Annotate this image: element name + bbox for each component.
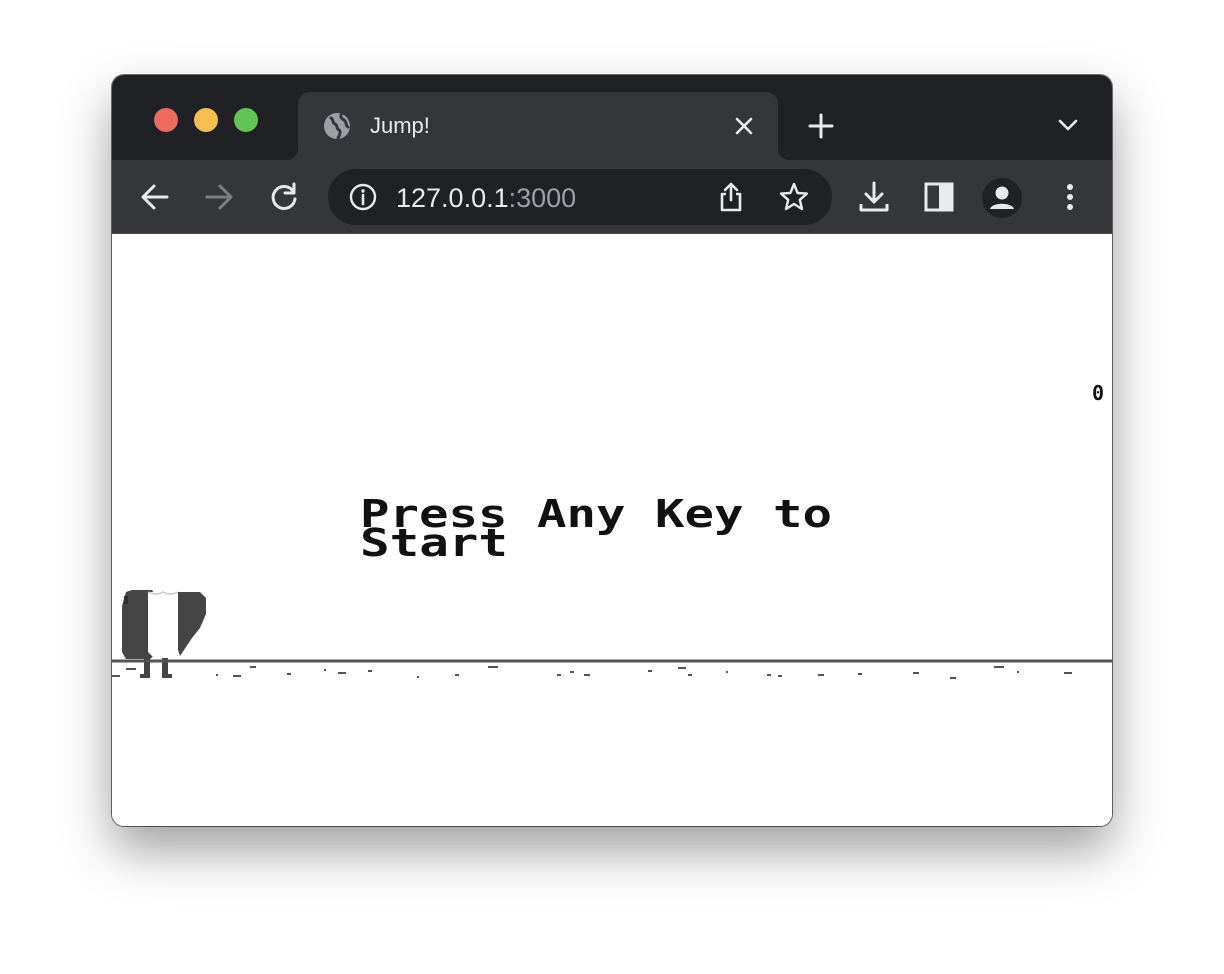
arrow-right-icon[interactable] [202, 180, 236, 214]
score-counter: 0 [1092, 381, 1104, 405]
url-host: 127.0.0.1 [396, 183, 509, 213]
minimize-window-button[interactable] [194, 108, 218, 132]
tab-title: Jump! [370, 113, 430, 138]
url-text[interactable]: 127.0.0.1:3000 [396, 183, 576, 213]
ground-texture [112, 666, 1072, 679]
zoom-window-button[interactable] [234, 108, 258, 132]
chevron-down-icon[interactable] [1056, 113, 1080, 137]
info-icon[interactable] [348, 182, 378, 212]
close-icon[interactable] [732, 114, 756, 138]
tab-strip: Jump! [112, 75, 1112, 160]
more-vert-icon[interactable] [1053, 180, 1087, 214]
tab-jump[interactable]: Jump! [286, 92, 790, 160]
side-panel-icon[interactable] [922, 180, 956, 214]
player-character [122, 590, 206, 678]
reload-icon[interactable] [267, 180, 301, 214]
browser-toolbar: 127.0.0.1:3000 [112, 160, 1112, 234]
arrow-left-icon[interactable] [138, 180, 172, 214]
url-port: :3000 [508, 183, 577, 213]
globe-icon [324, 113, 350, 140]
close-window-button[interactable] [154, 108, 178, 132]
address-bar[interactable]: 127.0.0.1:3000 [328, 169, 832, 225]
game-canvas[interactable]: 0 Press Any Key to Start [112, 234, 1112, 826]
star-icon[interactable] [778, 181, 810, 213]
new-tab-icon[interactable] [806, 111, 836, 141]
page-viewport[interactable]: 0 Press Any Key to Start [112, 234, 1112, 826]
start-prompt-line2: Start [360, 521, 508, 565]
share-icon[interactable] [716, 181, 746, 213]
download-icon[interactable] [857, 180, 891, 214]
browser-window: Jump! 127.0.0.1:3000 0 Press Any Key to … [112, 75, 1112, 826]
profile-icon[interactable] [982, 178, 1022, 218]
